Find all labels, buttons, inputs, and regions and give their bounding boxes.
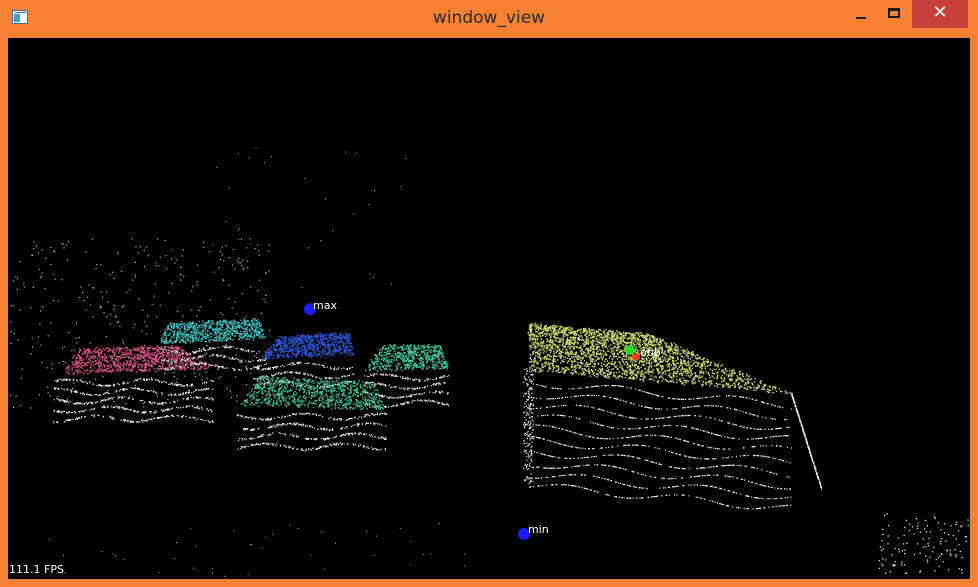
minimize-button[interactable]	[846, 0, 876, 30]
fps-counter: 111.1 FPS	[9, 563, 64, 576]
cloud-yellow-box	[523, 322, 823, 510]
maximize-button[interactable]	[878, 0, 910, 30]
close-icon: ✕	[932, 2, 948, 23]
3d-viewport[interactable]: max min obb 111.1 FPS	[8, 38, 970, 579]
obb-marker-label: obb	[640, 346, 661, 359]
close-button[interactable]: ✕	[912, 0, 968, 28]
point-cloud-canvas[interactable]	[8, 38, 970, 579]
markers	[304, 303, 640, 540]
obb-center-green-dot	[625, 345, 635, 355]
max-marker-label: max	[313, 299, 337, 312]
obb-center-red-dot	[632, 353, 640, 361]
cloud-pink-box	[53, 345, 214, 424]
maximize-icon	[888, 8, 900, 18]
cloud-teal-box	[364, 344, 450, 408]
title-bar[interactable]: window_view ✕	[0, 0, 978, 38]
minimize-icon	[856, 17, 866, 19]
app-window: window_view ✕ max min obb 111.1 FPS	[0, 0, 978, 587]
min-marker-label: min	[528, 523, 549, 536]
cloud-green-box	[236, 376, 388, 452]
window-title: window_view	[432, 8, 546, 28]
